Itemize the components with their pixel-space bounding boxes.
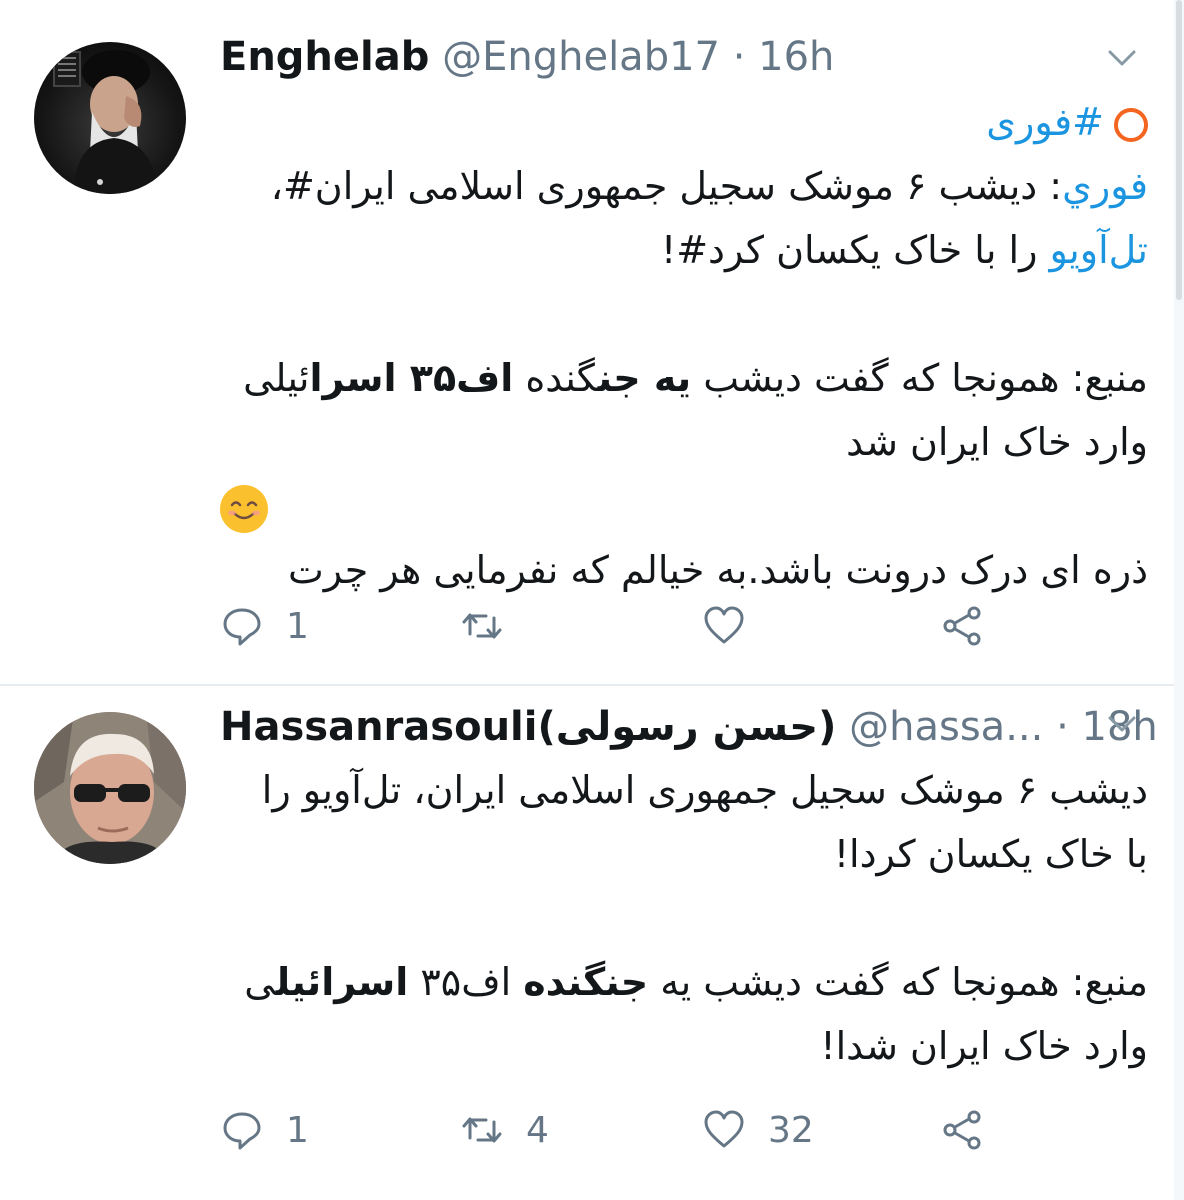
tweet-header: Enghelab @Enghelab17 · 16h (220, 34, 834, 80)
hashtag-link[interactable]: #فوری (986, 100, 1104, 144)
bold-text-segment: اسرائیل (275, 960, 409, 1004)
tweet-text-segment: ی (244, 960, 276, 1004)
reply-button[interactable]: 1 (220, 596, 309, 656)
tweet-line: فوري: دیشب ۶ موشک سجیل جمهوری اسلامی ایر… (210, 154, 1148, 218)
tweet-text-segment: گنده (513, 356, 598, 400)
separator-dot: · (732, 34, 746, 80)
avatar-cleric-photo (53, 50, 158, 194)
tweet-line: منبع: همونجا که گفت دیشب یه جنگنده اف۳۵ … (210, 346, 1148, 410)
tweet-text-segment: وارد خاک ایران شد (846, 420, 1148, 464)
chevron-down-icon (1108, 50, 1136, 66)
reply-count: 1 (286, 1109, 309, 1151)
retweet-icon (462, 1117, 502, 1143)
tweet-header: Hassanrasouli(حسن رسولی) @hassa... · 18h (220, 704, 1158, 750)
tweet-line (210, 474, 1148, 538)
tweet-line: ذره ای درک درونت باشد.به خیالم که نفرمای… (210, 538, 1148, 602)
share-button[interactable] (940, 1100, 984, 1160)
tweet-line: منبع: همونجا که گفت دیشب یه جنگنده اف۳۵ … (210, 950, 1148, 1014)
bold-text-segment: یه جن (597, 356, 692, 400)
separator-dot: · (1056, 704, 1069, 750)
tweet-line: تل‌آویو را با خاک یکسان کرد#! (210, 218, 1148, 282)
tweet-text-segment: منبع: همونجا که گفت دیشب یه (648, 960, 1148, 1004)
share-button[interactable] (940, 596, 984, 656)
orange-circle-emoji (1114, 107, 1148, 142)
tweet-text-segment: را با خاک یکسان کرد#! (660, 228, 1050, 272)
scrollbar-thumb[interactable] (1176, 0, 1182, 300)
hashtag-link[interactable]: فوري (1062, 164, 1148, 208)
like-count: 32 (768, 1109, 814, 1151)
smiling-face-emoji (220, 484, 268, 533)
line-break (210, 282, 1148, 346)
bold-text-segment: اف۳۵ اسرا (309, 356, 514, 400)
tweet-text-segment: دیشب ۶ موشک سجیل جمهوری اسلامی ایران، تل… (261, 768, 1148, 812)
tweet-menu-button[interactable] (1106, 42, 1138, 74)
chevron-down-icon (1108, 716, 1136, 732)
reply-icon (223, 1112, 261, 1150)
tweet-text: دیشب ۶ موشک سجیل جمهوری اسلامی ایران، تل… (210, 758, 1148, 1078)
tweet-text-segment: ئیلی (243, 356, 310, 400)
tweet-line: #فوری (210, 90, 1148, 154)
tweet[interactable]: Enghelab @Enghelab17 · 16h #فوری فوري: د… (0, 0, 1174, 686)
heart-icon (704, 606, 744, 644)
tweet-line: وارد خاک ایران شدا! (210, 1014, 1148, 1078)
tweet-text-segment: با خاک یکسان کردا! (833, 832, 1148, 876)
display-name[interactable]: Enghelab (220, 34, 429, 80)
display-name[interactable]: Hassanrasouli(حسن رسولی) (220, 704, 836, 750)
share-icon (943, 606, 981, 646)
avatar[interactable] (34, 42, 186, 194)
tweet-text-segment: منبع: همونجا که گفت دیشب (691, 356, 1148, 400)
tweet-text-segment: ذره ای درک درونت باشد.به خیالم که نفرمای… (287, 548, 1148, 592)
retweet-button[interactable]: 4 (460, 1100, 549, 1160)
avatar[interactable] (34, 712, 186, 864)
tweet-line: با خاک یکسان کردا! (210, 822, 1148, 886)
line-break (210, 886, 1148, 950)
tweet-line: وارد خاک ایران شد (210, 410, 1148, 474)
retweet-icon (462, 613, 502, 639)
avatar-man-sunglasses-photo (34, 712, 186, 864)
tweet-line: دیشب ۶ موشک سجیل جمهوری اسلامی ایران، تل… (210, 758, 1148, 822)
like-button[interactable] (702, 596, 768, 656)
reply-count: 1 (286, 605, 309, 647)
tweet-text-segment: وارد خاک ایران شدا! (820, 1024, 1148, 1068)
tweet-text: #فوری فوري: دیشب ۶ موشک سجیل جمهوری اسلا… (210, 90, 1148, 602)
tweet-text-segment: : دیشب ۶ موشک سجیل جمهوری اسلامی ایران#، (270, 164, 1063, 208)
scrollbar[interactable] (1174, 0, 1184, 1200)
retweet-count: 4 (526, 1109, 549, 1151)
tweet[interactable]: Hassanrasouli(حسن رسولی) @hassa... · 18h… (0, 686, 1174, 1200)
user-handle[interactable]: @Enghelab17 (442, 34, 720, 80)
heart-icon (704, 1110, 744, 1148)
bold-text-segment: جنگنده (523, 960, 649, 1004)
tweet-text-segment: اف۳۵ (408, 960, 524, 1004)
like-button[interactable]: 32 (702, 1100, 814, 1160)
reply-icon (223, 608, 261, 646)
tweet-actions: 1 4 32 (220, 1100, 1000, 1160)
tweet-menu-button[interactable] (1106, 708, 1138, 740)
user-handle[interactable]: @hassa... (849, 704, 1043, 750)
hashtag-link[interactable]: تل‌آویو (1050, 228, 1148, 272)
timestamp[interactable]: 16h (758, 34, 834, 80)
retweet-button[interactable] (460, 596, 526, 656)
tweet-actions: 1 (220, 596, 1000, 656)
reply-button[interactable]: 1 (220, 1100, 309, 1160)
share-icon (943, 1110, 981, 1150)
